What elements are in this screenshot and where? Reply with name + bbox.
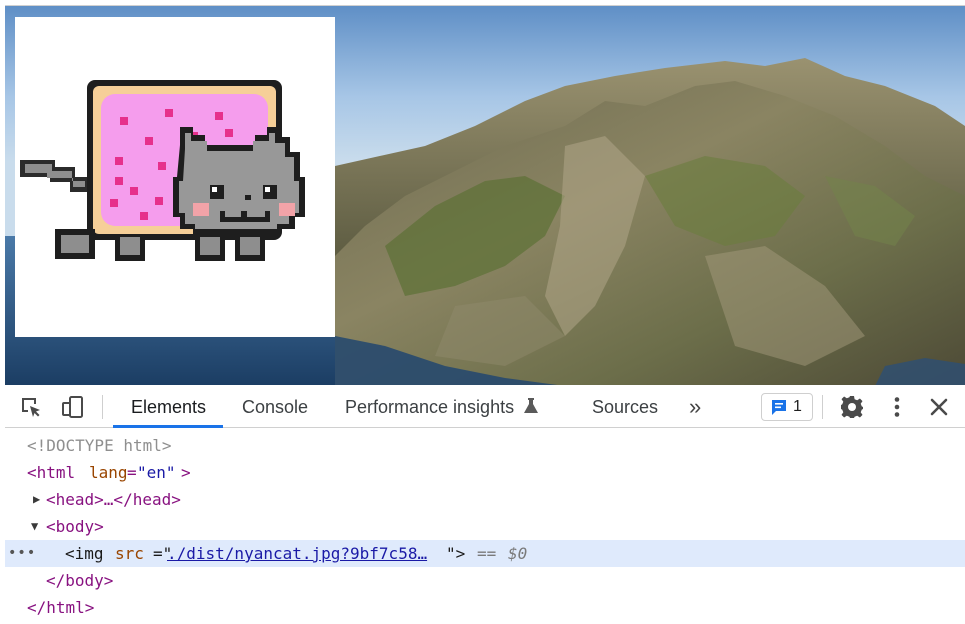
message-icon — [772, 400, 786, 415]
devtools-panel: Elements Console Performance insights So… — [5, 385, 965, 624]
page-viewport — [5, 5, 965, 385]
html-open-end: > — [181, 463, 191, 482]
toolbar-separator — [822, 395, 823, 419]
devtools-toolbar: Elements Console Performance insights So… — [5, 385, 965, 428]
html-attr-equals: = — [127, 463, 137, 482]
nyancat-image — [15, 17, 335, 337]
kebab-menu-icon[interactable] — [885, 395, 909, 419]
img-src-link[interactable]: ./dist/nyancat.jpg?9bf7c58… — [167, 540, 427, 567]
img-close-tag: "> — [446, 544, 466, 563]
tab-console[interactable]: Console — [240, 385, 310, 428]
issues-button[interactable]: 1 — [761, 393, 813, 421]
tree-line-body-close[interactable]: </body> — [5, 567, 965, 594]
body-open-tag: <body> — [46, 517, 104, 536]
issues-count: 1 — [793, 398, 802, 415]
tree-line-body[interactable]: ▼ <body> — [5, 513, 965, 540]
head-collapsed-tag: <head>…</head> — [46, 490, 181, 509]
elements-tree: <!DOCTYPE html> <html lang = "en" > ▶ <h… — [5, 429, 965, 624]
tab-sources[interactable]: Sources — [590, 385, 660, 428]
tab-performance-insights[interactable]: Performance insights — [343, 385, 541, 428]
doctype-text: <!DOCTYPE html> — [27, 436, 172, 455]
html-lang-value: "en" — [137, 463, 176, 482]
device-toolbar-icon[interactable] — [61, 395, 85, 419]
tree-line-doctype[interactable]: <!DOCTYPE html> — [5, 432, 965, 459]
collapse-triangle-icon[interactable]: ▼ — [31, 513, 38, 540]
html-close-tag: </html> — [27, 598, 95, 617]
active-tab-indicator — [113, 425, 223, 428]
tree-line-html[interactable]: <html lang = "en" > — [5, 459, 965, 486]
tab-performance-insights-label: Performance insights — [345, 397, 515, 417]
tree-line-img-selected[interactable]: ••• <img src =" ./dist/nyancat.jpg?9bf7c… — [5, 540, 965, 567]
tab-elements[interactable]: Elements — [129, 385, 208, 428]
inspect-element-icon[interactable] — [19, 395, 43, 419]
tree-line-html-close[interactable]: </html> — [5, 594, 965, 621]
row-actions-dots[interactable]: ••• — [8, 540, 36, 567]
dollar-ref: $0 — [508, 544, 528, 563]
expand-triangle-icon[interactable]: ▶ — [33, 486, 40, 513]
gear-icon[interactable] — [840, 395, 864, 419]
nyancat-illustration — [20, 80, 305, 261]
toolbar-separator — [102, 395, 103, 419]
img-open-tag: <img — [65, 544, 104, 563]
close-icon[interactable] — [927, 395, 951, 419]
eq-marker: == — [477, 544, 497, 563]
html-lang-attr: lang — [89, 463, 128, 482]
flask-icon — [524, 398, 539, 413]
more-tabs-button[interactable]: » — [687, 385, 703, 428]
html-open-tag: <html — [27, 463, 76, 482]
tree-line-head[interactable]: ▶ <head>…</head> — [5, 486, 965, 513]
img-src-attr: src — [115, 544, 144, 563]
body-close-tag: </body> — [46, 571, 114, 590]
